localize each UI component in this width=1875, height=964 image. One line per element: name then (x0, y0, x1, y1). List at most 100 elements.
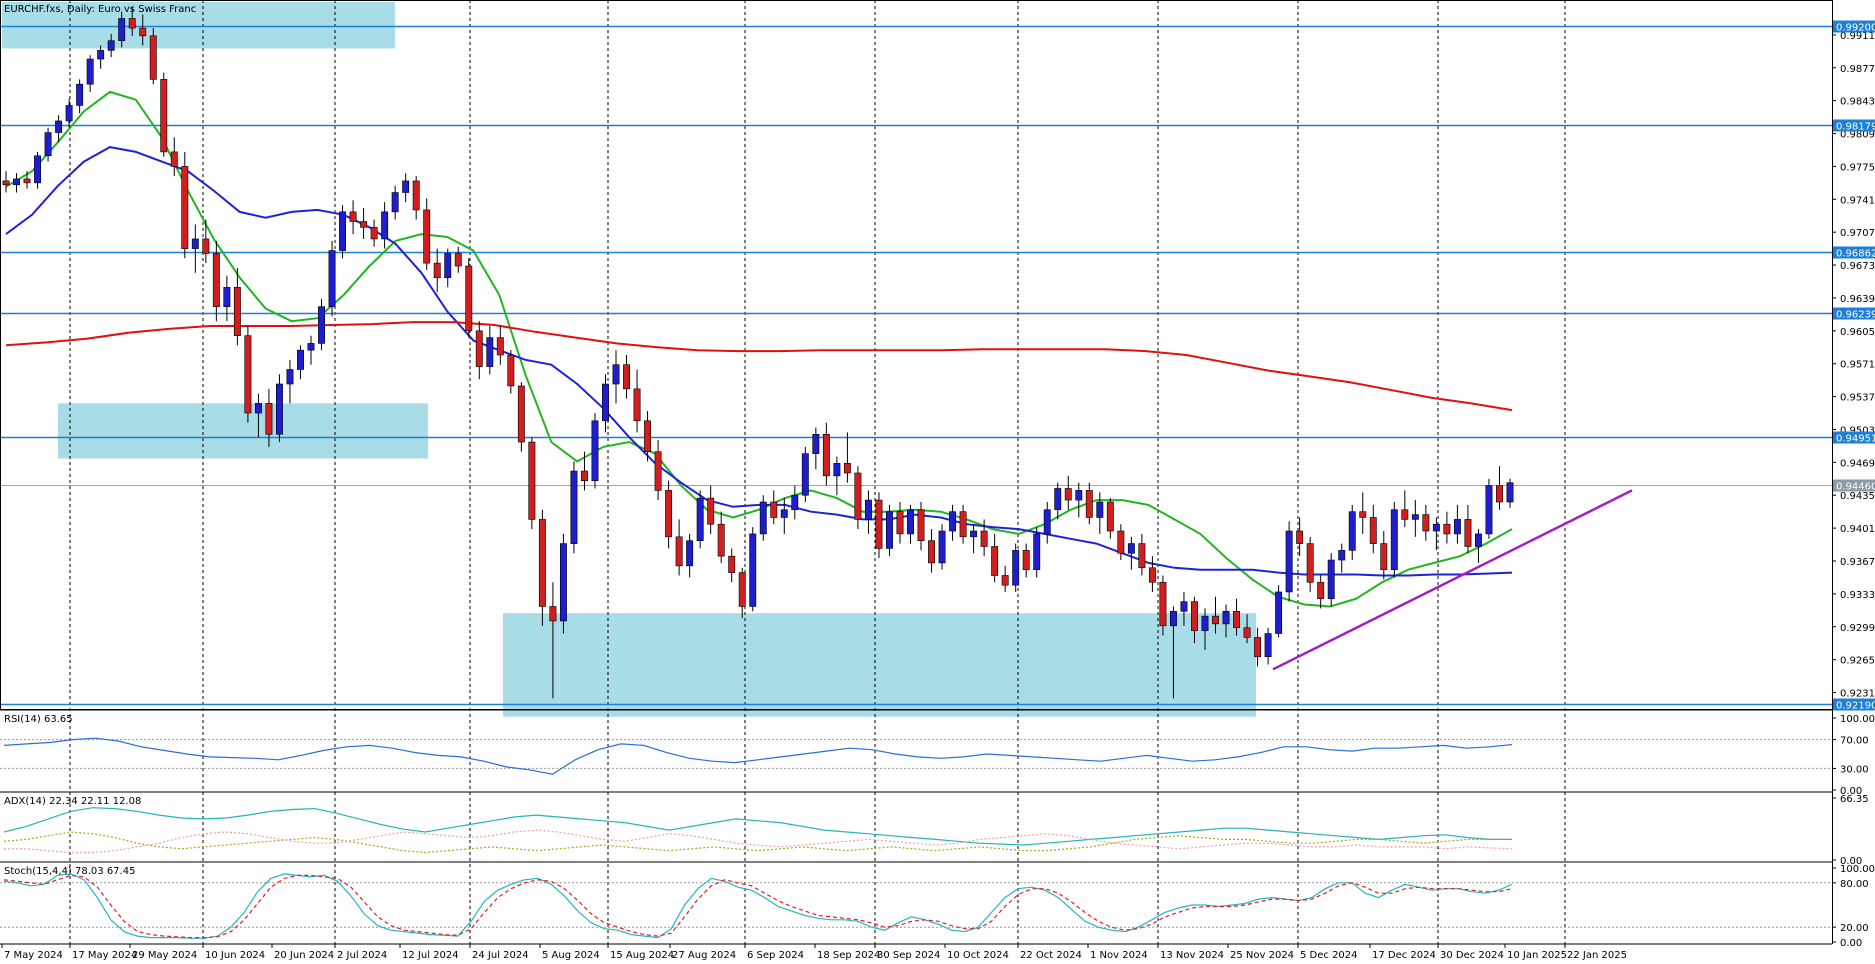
candle-body (938, 530, 946, 564)
candle-body (1127, 543, 1135, 554)
indicator-axis-label: 0.00 (1840, 938, 1862, 949)
candle-body (1369, 517, 1377, 544)
candle-body (1401, 509, 1409, 520)
candle-body (517, 385, 525, 443)
candle-body (1285, 530, 1293, 593)
candle-body (475, 330, 483, 367)
candle-body (1148, 567, 1156, 583)
candle-body (191, 238, 199, 249)
candle-body (433, 262, 441, 278)
price-axis-label: 0.98430 (1840, 97, 1875, 108)
price-axis-label: 0.93670 (1840, 557, 1875, 568)
date-axis-label: 12 Jul 2024 (402, 950, 459, 961)
candle-body (822, 434, 830, 477)
candle-body (1201, 615, 1209, 631)
price-axis-label: 0.98770 (1840, 64, 1875, 75)
candle-body (843, 463, 851, 474)
candle-body (23, 178, 31, 184)
candle-body (370, 227, 378, 240)
candle-body (696, 497, 704, 541)
price-level-label: 0.99200 (1836, 23, 1875, 34)
candle-body (559, 543, 567, 622)
candle-body (1390, 509, 1398, 571)
candle-body (1296, 530, 1304, 544)
candle-body (454, 253, 462, 267)
date-axis-label: 1 Nov 2024 (1090, 950, 1148, 961)
price-axis-label: 0.97070 (1840, 228, 1875, 239)
candle-body (1212, 615, 1219, 625)
indicator-axis-label: 66.35 (1840, 794, 1869, 805)
candle-body (980, 530, 988, 547)
candle-body (623, 364, 630, 390)
candle-body (1001, 575, 1009, 586)
supply-demand-zone (503, 613, 1256, 717)
candle-body (496, 337, 504, 356)
candle-body (1359, 511, 1367, 518)
price-level-label: 0.96862 (1836, 249, 1875, 260)
candle-body (1443, 523, 1451, 535)
candle-body (181, 166, 189, 249)
chart-title: EURCHF.fxs, Daily: Euro vs Swiss Franc (4, 4, 196, 15)
indicator-axis-label: 70.00 (1840, 736, 1869, 747)
candle-body (549, 606, 557, 622)
indicator-axis-label: 80.00 (1840, 879, 1869, 890)
candle-body (1043, 509, 1051, 535)
date-axis-label: 7 May 2024 (4, 950, 63, 961)
candle-body (1243, 627, 1251, 638)
date-axis-label: 29 May 2024 (132, 950, 197, 961)
candle-body (717, 523, 725, 557)
date-axis-label: 30 Sep 2024 (877, 950, 940, 961)
date-axis-label: 24 Jul 2024 (472, 950, 529, 961)
stoch-label: Stoch(15,4,4) 78.03 67.45 (4, 866, 135, 877)
candle-body (738, 572, 746, 607)
candle-body (886, 511, 893, 549)
price-axis-label: 0.96390 (1840, 294, 1875, 305)
indicator-axis-label: 100.00 (1840, 714, 1875, 725)
date-axis-label: 25 Nov 2024 (1230, 950, 1294, 961)
candle-body (202, 238, 210, 254)
price-axis-label: 0.92310 (1840, 689, 1875, 700)
candle-body (265, 403, 273, 435)
candle-body (686, 540, 694, 567)
candle-body (1453, 519, 1461, 535)
candle-body (360, 221, 368, 228)
candle-body (1264, 633, 1272, 658)
price-axis-label: 0.93330 (1840, 590, 1875, 601)
price-level-label: 0.98179 (1836, 122, 1875, 133)
candle-body (1169, 610, 1177, 627)
candle-body (381, 211, 389, 240)
date-axis-label: 22 Oct 2024 (1020, 950, 1082, 961)
current-price-label: 0.94460 (1836, 482, 1875, 493)
candle-body (1191, 601, 1198, 631)
candle-body (1138, 543, 1146, 569)
candle-body (1474, 533, 1482, 547)
candle-body (759, 501, 767, 535)
indicator-axis-label: 100.00 (1840, 864, 1875, 875)
date-axis-label: 6 Sep 2024 (747, 950, 804, 961)
indicator-axis-label: 30.00 (1840, 764, 1869, 775)
candle-body (1306, 543, 1314, 583)
candle-body (486, 337, 494, 367)
candle-body (149, 35, 157, 80)
candle-body (1075, 490, 1083, 501)
candle-body (896, 511, 904, 535)
candle-body (675, 536, 683, 567)
candle-body (854, 472, 862, 520)
candle-body (423, 209, 431, 264)
eurchf-chart[interactable]: 0.991100.987700.984300.980900.977500.974… (0, 0, 1875, 964)
date-axis-label: 30 Dec 2024 (1440, 950, 1504, 961)
date-axis-label: 5 Dec 2024 (1300, 950, 1358, 961)
candle-body (1064, 488, 1072, 501)
price-level-label: 0.92190 (1836, 701, 1875, 712)
candle-body (1022, 550, 1030, 571)
candle-body (581, 470, 588, 482)
candle-body (907, 509, 914, 535)
supply-demand-zone (58, 403, 428, 459)
candle-body (465, 265, 473, 332)
candle-body (801, 453, 809, 496)
candle-body (602, 383, 609, 422)
candle-body (591, 420, 599, 482)
price-axis-label: 0.97410 (1840, 195, 1875, 206)
candle-body (65, 105, 73, 122)
candle-body (833, 463, 841, 477)
